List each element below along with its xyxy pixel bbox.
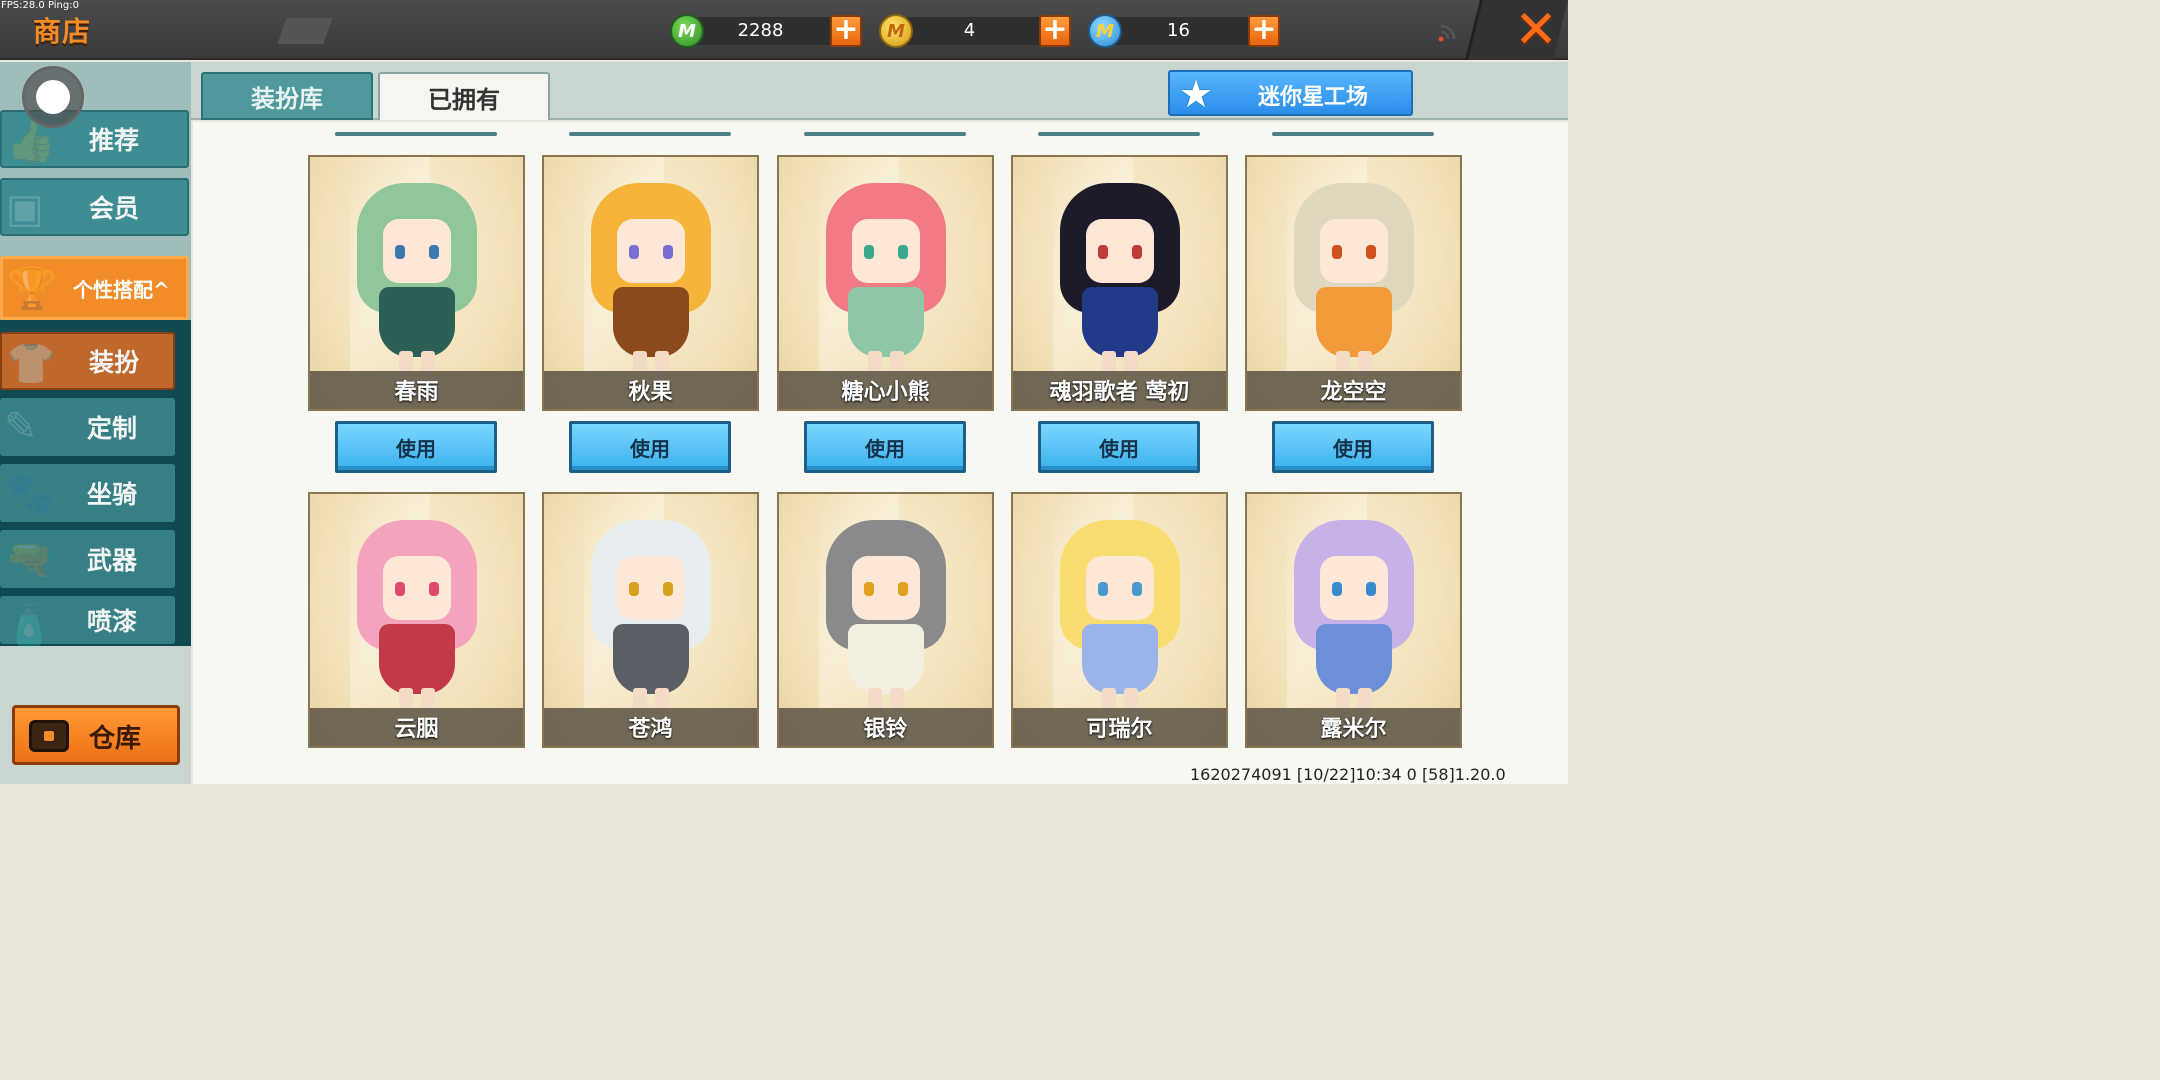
skin-name: 龙空空 bbox=[1320, 380, 1387, 405]
sidebar-item-label: 会员 bbox=[89, 194, 140, 223]
currency-value: 16 bbox=[1167, 20, 1190, 41]
shirt-icon: 👕 bbox=[6, 341, 56, 387]
chevron-up-icon: ^ bbox=[153, 277, 170, 302]
mini-workshop-button[interactable]: ★ 迷你星工场 bbox=[1168, 70, 1413, 116]
sidebar-item-spray[interactable]: 🧴 喷漆 bbox=[0, 596, 175, 649]
row-divider bbox=[1272, 132, 1434, 136]
sidebar-item-label: 武器 bbox=[87, 546, 138, 575]
character-illustration bbox=[816, 175, 956, 375]
sidebar-item-label: 坐骑 bbox=[87, 480, 138, 509]
chest-icon bbox=[29, 720, 69, 752]
skin-name: 露米尔 bbox=[1320, 717, 1387, 742]
skin-card[interactable]: 春雨 bbox=[308, 155, 525, 411]
skin-card[interactable]: 糖心小熊 bbox=[777, 155, 994, 411]
sidebar-item-weapon[interactable]: 🔫 武器 bbox=[0, 530, 175, 588]
skin-card[interactable]: 秋果 bbox=[542, 155, 759, 411]
skin-card[interactable]: 露米尔 bbox=[1245, 492, 1462, 748]
sidebar-item-label: 推荐 bbox=[89, 126, 140, 155]
currency-value: 2288 bbox=[737, 20, 784, 41]
green-m-coin-icon: M bbox=[670, 14, 704, 48]
use-button[interactable]: 使用 bbox=[1038, 421, 1200, 473]
sidebar-item-custom[interactable]: ✎ 定制 bbox=[0, 398, 175, 456]
star-icon: ★ bbox=[1178, 72, 1214, 116]
wifi-signal-icon bbox=[1438, 24, 1456, 42]
skin-name: 魂羽歌者 莺初 bbox=[1049, 380, 1190, 405]
character-illustration bbox=[1050, 512, 1190, 712]
warehouse-label: 仓库 bbox=[89, 724, 142, 754]
character-illustration bbox=[581, 175, 721, 375]
character-illustration bbox=[1284, 175, 1424, 375]
add-green-currency-button[interactable]: + bbox=[830, 15, 862, 47]
row-divider bbox=[569, 132, 731, 136]
blue-m-coin-icon: M bbox=[1088, 14, 1122, 48]
skin-name: 苍鸿 bbox=[628, 717, 673, 742]
character-illustration bbox=[816, 512, 956, 712]
workshop-label: 迷你星工场 bbox=[1258, 85, 1369, 110]
currency-blue: 16 M + bbox=[1088, 14, 1288, 48]
character-illustration bbox=[347, 512, 487, 712]
use-button[interactable]: 使用 bbox=[335, 421, 497, 473]
gold-m-coin-icon: M bbox=[879, 14, 913, 48]
warehouse-button[interactable]: 仓库 bbox=[12, 705, 180, 765]
use-button[interactable]: 使用 bbox=[1272, 421, 1434, 473]
skin-name: 云胭 bbox=[394, 717, 439, 742]
skin-card[interactable]: 魂羽歌者 莺初 bbox=[1011, 155, 1228, 411]
currency-value: 4 bbox=[963, 20, 976, 41]
currency-green: 2288 M + bbox=[670, 14, 870, 48]
skin-name: 可瑞尔 bbox=[1086, 717, 1153, 742]
skin-name: 春雨 bbox=[394, 380, 439, 405]
spray-can-icon: 🧴 bbox=[4, 603, 54, 649]
add-blue-currency-button[interactable]: + bbox=[1248, 15, 1280, 47]
sidebar-item-label: 个性搭配 bbox=[73, 277, 153, 302]
floating-home-button[interactable] bbox=[22, 66, 84, 128]
page-title: 商店 bbox=[33, 15, 92, 48]
trophy-icon: 🏆 bbox=[7, 266, 57, 312]
sidebar-item-recommend[interactable]: 👍 推荐 bbox=[0, 110, 189, 168]
close-icon[interactable]: ✕ bbox=[1512, 4, 1560, 56]
tab-outfit-library[interactable]: 装扮库 bbox=[201, 72, 373, 120]
row-divider bbox=[335, 132, 497, 136]
character-illustration bbox=[347, 175, 487, 375]
tab-owned[interactable]: 已拥有 bbox=[378, 72, 550, 120]
add-gold-currency-button[interactable]: + bbox=[1039, 15, 1071, 47]
top-bar: FPS:28.0 Ping:0 商店 2288 M + 4 M + 16 M +… bbox=[0, 0, 1568, 60]
skin-name: 秋果 bbox=[628, 380, 673, 405]
skin-card[interactable]: 可瑞尔 bbox=[1011, 492, 1228, 748]
gun-icon: 🔫 bbox=[4, 537, 54, 583]
character-illustration bbox=[1284, 512, 1424, 712]
sidebar-item-label: 定制 bbox=[87, 414, 138, 443]
character-illustration bbox=[581, 512, 721, 712]
skin-card[interactable]: 银铃 bbox=[777, 492, 994, 748]
pencil-ruler-icon: ✎ bbox=[4, 404, 38, 450]
row-divider bbox=[804, 132, 966, 136]
character-illustration bbox=[1050, 175, 1190, 375]
use-button[interactable]: 使用 bbox=[569, 421, 731, 473]
build-info: 1620274091 [10/22]10:34 0 [58]1.20.0 bbox=[1190, 765, 1506, 784]
sidebar-item-vip[interactable]: ▣ 会员 bbox=[0, 178, 189, 236]
mount-icon: 🐾 bbox=[4, 471, 54, 517]
skin-card[interactable]: 云胭 bbox=[308, 492, 525, 748]
skin-card[interactable]: 苍鸿 bbox=[542, 492, 759, 748]
use-button[interactable]: 使用 bbox=[804, 421, 966, 473]
skin-name: 糖心小熊 bbox=[841, 380, 930, 405]
sidebar-item-style[interactable]: 🏆 个性搭配^ bbox=[0, 256, 189, 320]
currency-gold: 4 M + bbox=[879, 14, 1079, 48]
row-divider bbox=[1038, 132, 1200, 136]
vip-icon: ▣ bbox=[6, 186, 44, 232]
skin-card[interactable]: 龙空空 bbox=[1245, 155, 1462, 411]
sidebar-item-label: 装扮 bbox=[89, 348, 140, 377]
sidebar-item-mount[interactable]: 🐾 坐骑 bbox=[0, 464, 175, 522]
sidebar: 👍 推荐 ▣ 会员 🏆 个性搭配^ 👕 装扮 ✎ 定制 🐾 坐骑 🔫 武器 🧴 … bbox=[0, 62, 191, 784]
floating-button-dot bbox=[36, 80, 70, 114]
skin-name: 银铃 bbox=[863, 717, 908, 742]
sidebar-item-outfit[interactable]: 👕 装扮 bbox=[0, 332, 175, 390]
sidebar-item-label: 喷漆 bbox=[87, 607, 138, 636]
